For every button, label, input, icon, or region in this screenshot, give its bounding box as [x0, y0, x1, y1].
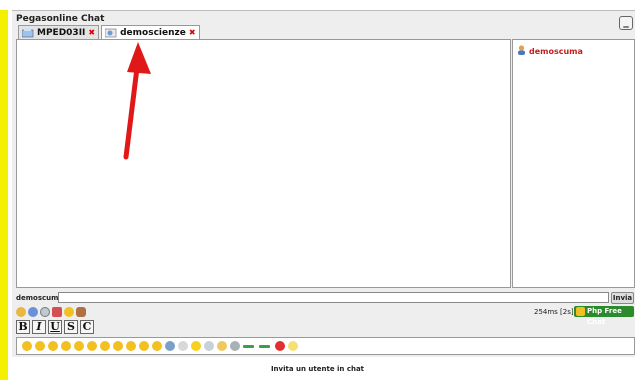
smiley-icon[interactable]: [74, 341, 84, 351]
tab-label: MPED03II: [37, 27, 86, 38]
user-list-item[interactable]: demoscuma: [517, 45, 583, 57]
color-button[interactable]: C: [80, 320, 94, 334]
smiley-icon[interactable]: [100, 341, 110, 351]
tab-mped03ii[interactable]: MPED03II ✖: [18, 25, 100, 39]
smiley-icon[interactable]: [64, 307, 74, 317]
smiley-icon[interactable]: [61, 341, 71, 351]
private-chat-icon: [21, 27, 34, 38]
minimize-button[interactable]: _: [619, 16, 633, 30]
smiley-bar: [16, 337, 635, 355]
smiley-icon[interactable]: [35, 341, 45, 351]
smiley-icon[interactable]: [87, 341, 97, 351]
moon-icon[interactable]: [178, 341, 188, 351]
tab-bar: MPED03II ✖ demoscienze ✖: [18, 25, 200, 39]
smiley-icon[interactable]: [22, 341, 32, 351]
smiley-icon[interactable]: [152, 341, 162, 351]
user-list: demoscuma: [512, 39, 635, 288]
left-accent-bar: [0, 10, 8, 380]
storm-icon[interactable]: [230, 341, 240, 351]
smiley-icon[interactable]: [126, 341, 136, 351]
send-button[interactable]: Invia: [611, 292, 634, 304]
channel-icon: [104, 28, 117, 38]
format-toolbar: B I U S C: [16, 320, 94, 334]
underline-button[interactable]: U: [48, 320, 62, 334]
strike-button[interactable]: S: [64, 320, 78, 334]
italic-button[interactable]: I: [32, 320, 46, 334]
clock-icon[interactable]: [40, 307, 50, 317]
sun-icon[interactable]: [191, 341, 201, 351]
smiley-toggle-icon[interactable]: [16, 307, 26, 317]
planet-icon[interactable]: [165, 341, 175, 351]
close-tab-icon[interactable]: ✖: [88, 28, 95, 37]
tab-label: demoscienze: [120, 27, 186, 38]
sun-cloud-icon[interactable]: [217, 341, 227, 351]
nickname-label[interactable]: demoscuma: [16, 294, 63, 302]
arrow-left-icon[interactable]: [259, 345, 270, 348]
cropped-top-text: [0, 0, 635, 10]
user-icon: [517, 45, 526, 57]
close-tab-icon[interactable]: ✖: [189, 28, 196, 37]
tab-demoscienze[interactable]: demoscienze ✖: [101, 25, 200, 39]
sound-icon[interactable]: [52, 307, 62, 317]
tool-icons: [16, 307, 86, 317]
message-input[interactable]: [58, 292, 609, 303]
message-area[interactable]: [16, 39, 511, 288]
arrow-right-icon[interactable]: [243, 345, 254, 348]
smiley-icon[interactable]: [113, 341, 123, 351]
brand-label: Php Free Chat: [587, 307, 622, 326]
lightbulb-icon[interactable]: [288, 341, 298, 351]
stop-icon[interactable]: [275, 341, 285, 351]
chat-window: Pegasonline Chat _ MPED03II ✖ demoscienz…: [12, 10, 635, 357]
user-name: demoscuma: [529, 46, 583, 56]
bold-button[interactable]: B: [16, 320, 30, 334]
brand-logo-icon: [576, 307, 585, 316]
window-title: Pegasonline Chat: [16, 14, 105, 24]
smiley-icon[interactable]: [48, 341, 58, 351]
brand-badge[interactable]: Php Free Chat: [574, 306, 634, 326]
invite-link[interactable]: Invita un utente in chat: [0, 365, 635, 373]
ping-status: 254ms [2s]: [534, 308, 574, 316]
smiley-icon[interactable]: [139, 341, 149, 351]
color-picker-icon[interactable]: [28, 307, 38, 317]
user-info-icon[interactable]: [76, 307, 86, 317]
cloud-icon[interactable]: [204, 341, 214, 351]
